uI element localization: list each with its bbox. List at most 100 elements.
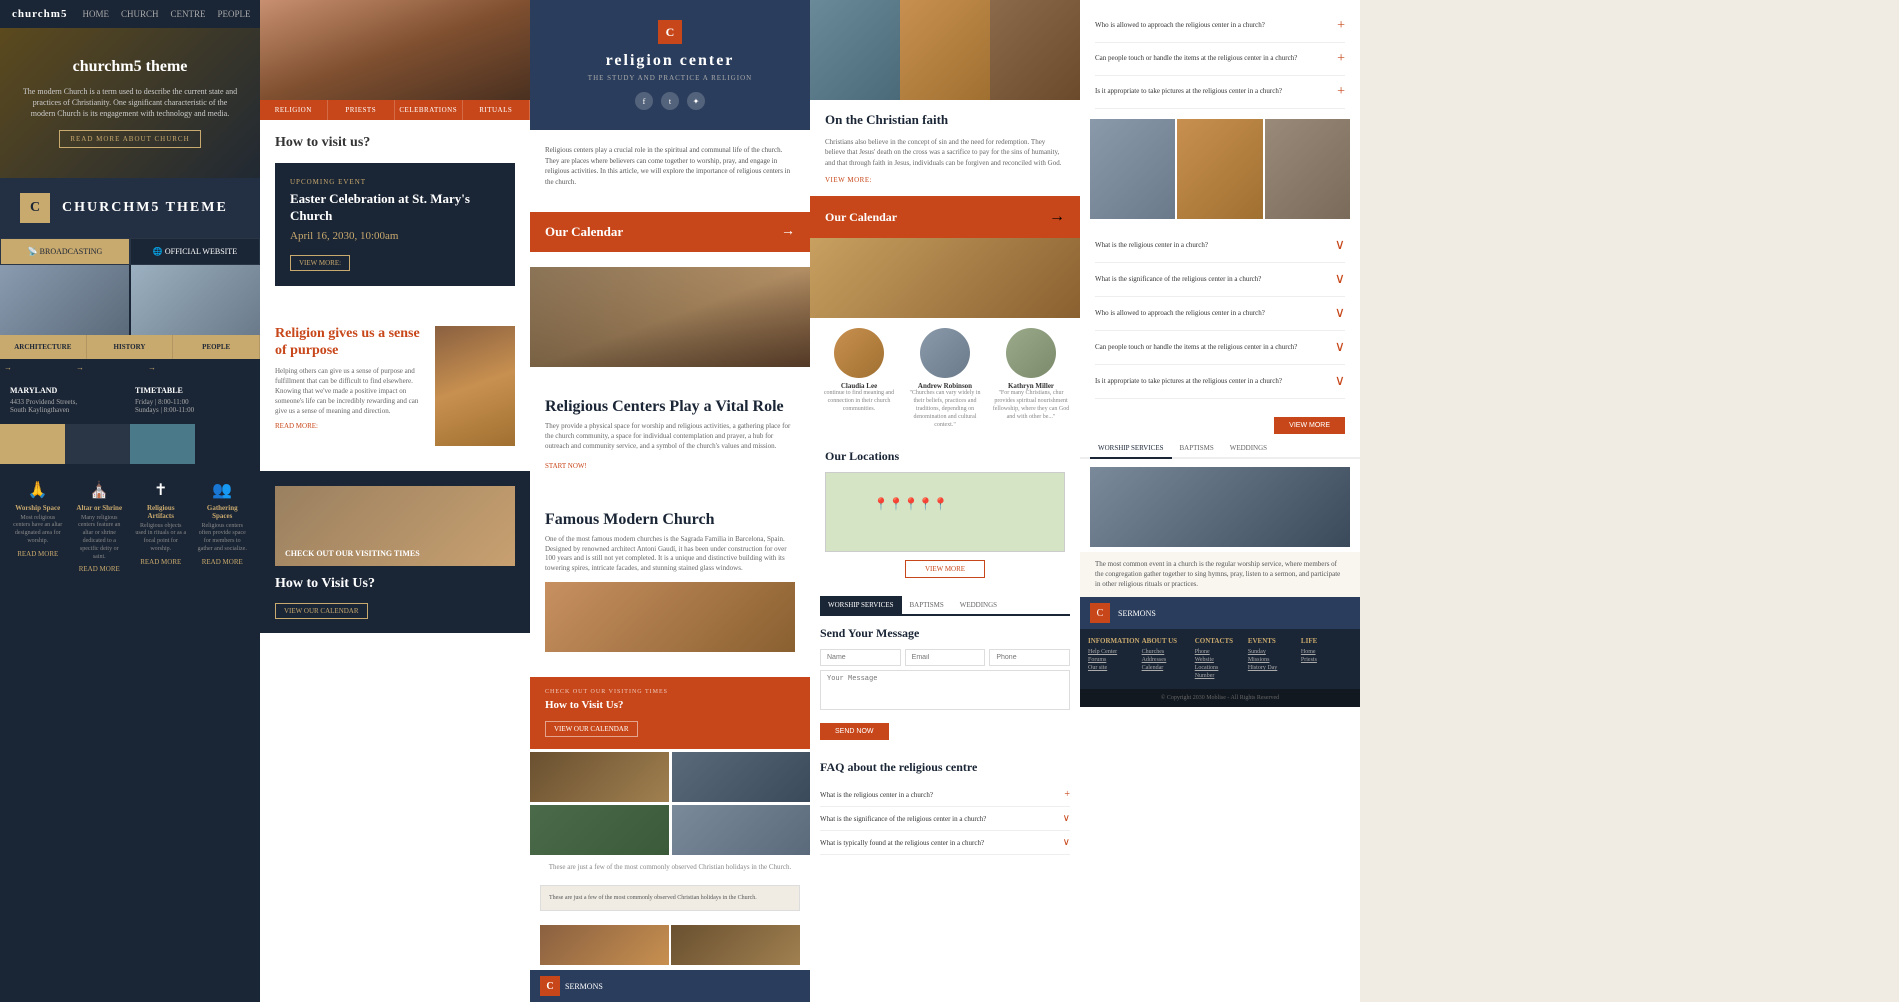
panel4-view-more-btn[interactable]: VIEW MORE bbox=[905, 560, 985, 578]
panel3-calendar-bar[interactable]: Our Calendar → bbox=[530, 212, 810, 252]
feature-altar-desc: Many religious centers feature an altar … bbox=[74, 515, 126, 562]
instagram-icon[interactable]: ✦ bbox=[687, 92, 705, 110]
email-input[interactable] bbox=[905, 649, 986, 666]
footer-link-history[interactable]: History Day bbox=[1248, 665, 1299, 671]
footer-link-sunday[interactable]: Sunday bbox=[1248, 649, 1299, 655]
footer-col-about-title: ABOUT US bbox=[1142, 637, 1193, 645]
panel5-faq-2: Is it appropriate to take pictures at th… bbox=[1095, 76, 1345, 109]
strip-darker bbox=[195, 424, 260, 464]
tab-baptisms[interactable]: BAPTISMS bbox=[902, 596, 952, 614]
avatar-claudia bbox=[834, 328, 884, 378]
panel3-caption: These are just a few of the most commonl… bbox=[530, 855, 810, 880]
panel5-faq-icon-6[interactable]: ∨ bbox=[1335, 339, 1345, 356]
altar-icon: ⛪ bbox=[74, 480, 126, 500]
footer-link-home[interactable]: Home bbox=[1301, 649, 1352, 655]
tab-baptisms[interactable]: BAPTISMS bbox=[1172, 439, 1222, 457]
panel4-faith-desc: Christians also believe in the concept o… bbox=[825, 137, 1065, 169]
tab-worship[interactable]: WORSHIP SERVICES bbox=[1090, 439, 1172, 459]
tab-religion[interactable]: RELIGION bbox=[260, 100, 328, 120]
footer-link-churches[interactable]: Churches bbox=[1142, 649, 1193, 655]
faq-toggle-1[interactable]: ∨ bbox=[1063, 813, 1070, 824]
name-input[interactable] bbox=[820, 649, 901, 666]
nav-people[interactable]: PEOPLE bbox=[173, 335, 260, 359]
panel3-social-icons: f t ✦ bbox=[550, 92, 790, 110]
twitter-icon[interactable]: t bbox=[661, 92, 679, 110]
tab-celebrations[interactable]: CELEBRATIONS bbox=[395, 100, 463, 120]
panel3-site-title: religion center bbox=[550, 52, 790, 70]
panel3-intro-text: Religious centers play a crucial role in… bbox=[545, 145, 795, 187]
footer-link-locations[interactable]: Locations bbox=[1195, 665, 1246, 671]
panel3-calendar-btn[interactable]: VIEW OUR CALENDAR bbox=[545, 721, 638, 737]
panel5-faq-icon-2[interactable]: + bbox=[1337, 84, 1345, 100]
panel1-timetable-col: TIMETABLE Friday | 8:00-11:00 Sundays | … bbox=[135, 386, 250, 414]
panel5-footer-copyright: © Copyright 2030 Moblise - All Rights Re… bbox=[1080, 689, 1360, 707]
panel4-faith-content: On the Christian faith Christians also b… bbox=[810, 100, 1080, 196]
panel3-vital-desc: They provide a physical space for worshi… bbox=[545, 422, 795, 451]
person-name-kathryn: Kathryn Miller bbox=[992, 382, 1070, 390]
panel5-faq-icon-0[interactable]: + bbox=[1337, 18, 1345, 34]
panel1-logo: churchm5 bbox=[12, 8, 67, 20]
footer-link-phone[interactable]: Phone bbox=[1195, 649, 1246, 655]
tab-priests[interactable]: PRIESTS bbox=[328, 100, 396, 120]
panel3-start-now-btn[interactable]: START NOW! bbox=[545, 462, 795, 470]
tab-worship-services[interactable]: WORSHIP SERVICES bbox=[820, 596, 902, 614]
panel2-visit-cta[interactable]: VIEW OUR CALENDAR bbox=[275, 600, 515, 618]
panel4-faq-section: FAQ about the religious centre What is t… bbox=[810, 750, 1080, 865]
footer-link-help[interactable]: Help Center bbox=[1088, 649, 1140, 655]
panel5-view-more-btn[interactable]: VIEW MORE bbox=[1274, 417, 1345, 434]
footer-link-missions[interactable]: Missions bbox=[1248, 657, 1299, 663]
footer-link-addresses[interactable]: Addresses bbox=[1142, 657, 1193, 663]
nav-church[interactable]: CHURCH bbox=[121, 9, 159, 19]
panel5-faq-icon-3[interactable]: ∨ bbox=[1335, 237, 1345, 254]
faq-question-0: What is the religious center in a church… bbox=[820, 791, 1064, 799]
feature-read-more-0[interactable]: READ MORE bbox=[12, 550, 64, 558]
feature-gathering: 👥 Gathering Spaces Religious centers oft… bbox=[193, 472, 253, 582]
panel4-form-name-row bbox=[820, 649, 1070, 670]
panel1-broadcasting-btn[interactable]: 📡 BROADCASTING bbox=[0, 238, 130, 265]
feature-read-more-3[interactable]: READ MORE bbox=[197, 558, 249, 566]
panel4-view-more[interactable]: VIEW MORE: bbox=[825, 176, 1065, 184]
panel2-event-cta[interactable]: VIEW MORE: bbox=[290, 255, 350, 271]
panel2-religion-title: Religion gives us a sense of purpose bbox=[275, 326, 425, 360]
panel1-website-btn[interactable]: 🌐 OFFICIAL WEBSITE bbox=[130, 238, 260, 265]
footer-link-website[interactable]: Website bbox=[1195, 657, 1246, 663]
panel-religion-center: C religion center THE STUDY AND PRACTICE… bbox=[530, 0, 810, 1002]
tab-weddings[interactable]: WEDDINGS bbox=[1222, 439, 1275, 457]
footer-link-priests[interactable]: Priests bbox=[1301, 657, 1352, 663]
artifacts-icon: ✝ bbox=[135, 480, 187, 500]
message-input[interactable] bbox=[820, 670, 1070, 710]
nav-people[interactable]: PEOPLE bbox=[217, 9, 250, 19]
footer-link-number[interactable]: Number bbox=[1195, 673, 1246, 679]
panel4-calendar-bar[interactable]: Our Calendar → bbox=[810, 196, 1080, 238]
nav-home[interactable]: HOME bbox=[82, 9, 109, 19]
phone-input[interactable] bbox=[989, 649, 1070, 666]
faq-toggle-0[interactable]: + bbox=[1064, 789, 1070, 800]
feature-read-more-2[interactable]: READ MORE bbox=[135, 558, 187, 566]
footer-link-site[interactable]: Our site bbox=[1088, 665, 1140, 671]
footer-link-calendar[interactable]: Calendar bbox=[1142, 665, 1193, 671]
panel2-religion-read-more[interactable]: READ MORE: bbox=[275, 422, 425, 430]
send-button[interactable]: SEND NOW bbox=[820, 723, 889, 740]
panel5-faq-q-0: Who is allowed to approach the religious… bbox=[1095, 21, 1337, 30]
feature-gathering-desc: Religious centers often provide space fo… bbox=[197, 523, 249, 554]
facebook-icon[interactable]: f bbox=[635, 92, 653, 110]
panel5-faq-5: Who is allowed to approach the religious… bbox=[1095, 297, 1345, 331]
panel5-faq-q-4: What is the significance of the religiou… bbox=[1095, 275, 1335, 284]
panel5-faq-icon-7[interactable]: ∨ bbox=[1335, 373, 1345, 390]
feature-read-more-1[interactable]: READ MORE bbox=[74, 565, 126, 573]
nav-architecture[interactable]: ARCHITECTURE bbox=[0, 335, 87, 359]
tab-weddings[interactable]: WEDDINGS bbox=[952, 596, 1005, 614]
footer-link-forums[interactable]: Forums bbox=[1088, 657, 1140, 663]
panel1-read-more-btn[interactable]: READ MORE ABOUT CHURCH bbox=[59, 130, 200, 148]
faq-question-1: What is the significance of the religiou… bbox=[820, 815, 1063, 823]
panel5-faq-icon-1[interactable]: + bbox=[1337, 51, 1345, 67]
faq-toggle-2[interactable]: ∨ bbox=[1063, 837, 1070, 848]
person-quote-andrew: "Churches can vary widely in their belie… bbox=[906, 390, 984, 429]
panel5-faq-list-2: What is the religious center in a church… bbox=[1080, 219, 1360, 409]
panel5-faq-icon-4[interactable]: ∨ bbox=[1335, 271, 1345, 288]
tab-rituals[interactable]: RITUALS bbox=[463, 100, 531, 120]
panel4-img-1 bbox=[810, 0, 900, 100]
nav-history[interactable]: HISTORY bbox=[87, 335, 174, 359]
nav-centre[interactable]: CENTRE bbox=[170, 9, 205, 19]
panel5-faq-icon-5[interactable]: ∨ bbox=[1335, 305, 1345, 322]
